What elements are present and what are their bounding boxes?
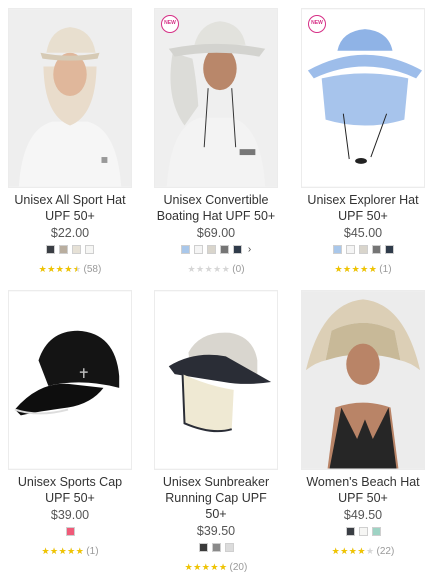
color-swatch[interactable] <box>59 245 68 254</box>
color-swatch[interactable] <box>371 527 381 536</box>
star-rating-icon: ★★★★★★★★★★ <box>331 546 375 556</box>
product-image[interactable] <box>301 290 425 470</box>
star-rating-icon: ★★★★★★★★★★ <box>184 562 228 572</box>
color-swatches <box>154 543 278 552</box>
review-count[interactable]: (22) <box>377 546 395 557</box>
review-count[interactable]: (0) <box>232 264 244 275</box>
product-price: $39.50 <box>196 524 236 538</box>
color-swatch[interactable] <box>345 245 355 254</box>
color-swatch[interactable] <box>345 527 355 536</box>
product-price: $45.00 <box>343 226 383 240</box>
color-swatch[interactable] <box>85 245 94 254</box>
color-swatch[interactable] <box>219 245 229 254</box>
product-price: $22.00 <box>50 226 90 240</box>
product-image[interactable]: NEW <box>154 8 278 188</box>
product-image[interactable] <box>154 290 278 470</box>
chevron-right-icon[interactable]: › <box>248 245 251 255</box>
review-count[interactable]: (1) <box>379 264 391 275</box>
color-swatch[interactable] <box>358 527 368 536</box>
product-rating[interactable]: ★★★★★ ★★★★★ (20) <box>154 562 278 573</box>
explorer-hat-photo-icon <box>302 9 424 187</box>
color-swatches <box>301 527 425 536</box>
product-price: $49.50 <box>343 508 383 522</box>
product-name[interactable]: Unisex Sports Cap UPF 50+ <box>0 474 140 506</box>
color-swatch[interactable] <box>358 245 368 254</box>
color-swatches <box>8 527 132 536</box>
review-count[interactable]: (20) <box>230 562 248 573</box>
product-price: $69.00 <box>196 226 236 240</box>
product-image[interactable] <box>8 8 132 188</box>
star-rating-icon: ★★★★★★★★★★ <box>38 264 82 274</box>
color-swatch[interactable] <box>332 245 342 254</box>
convertible-boating-hat-photo-icon <box>155 9 277 187</box>
product-image[interactable]: NEW <box>301 8 425 188</box>
color-swatch[interactable] <box>65 527 75 536</box>
color-swatch[interactable] <box>211 543 221 552</box>
product-image[interactable] <box>8 290 132 470</box>
new-badge: NEW <box>161 15 179 33</box>
product-name[interactable]: Women's Beach Hat UPF 50+ <box>293 474 433 506</box>
star-rating-icon: ★★★★★★★★★★ <box>334 264 378 274</box>
color-swatches <box>301 245 425 254</box>
color-swatch[interactable] <box>371 245 381 254</box>
color-swatch[interactable] <box>224 543 234 552</box>
color-swatches <box>8 245 132 254</box>
sports-cap-photo-icon <box>9 291 131 469</box>
sunbreaker-running-cap-photo-icon <box>155 291 277 469</box>
product-name[interactable]: Unisex All Sport Hat UPF 50+ <box>0 192 140 224</box>
product-name[interactable]: Unisex Sunbreaker Running Cap UPF 50+ <box>146 474 286 522</box>
product-rating[interactable]: ★★★★★ ★★★★★ (1) <box>301 264 425 275</box>
new-badge: NEW <box>308 15 326 33</box>
all-sport-hat-photo-icon <box>9 9 131 187</box>
color-swatch[interactable] <box>46 245 55 254</box>
color-swatches: › <box>154 245 278 255</box>
product-rating[interactable]: ★★★★★★★★★★(58) <box>8 264 132 275</box>
color-swatch[interactable] <box>384 245 394 254</box>
review-count[interactable]: (1) <box>86 546 98 557</box>
product-rating[interactable]: ★★★★★ ★★★★★ (1) <box>8 546 132 557</box>
color-swatch[interactable] <box>72 245 81 254</box>
review-count[interactable]: (58) <box>84 264 102 275</box>
beach-hat-photo-icon <box>302 291 424 469</box>
star-rating-icon: ★★★★★★★★★★ <box>187 264 231 274</box>
product-name[interactable]: Unisex Convertible Boating Hat UPF 50+ <box>146 192 286 224</box>
product-rating[interactable]: ★★★★★★★★★★(22) <box>301 546 425 557</box>
product-name[interactable]: Unisex Explorer Hat UPF 50+ <box>293 192 433 224</box>
product-rating[interactable]: ★★★★★★★★★★(0) <box>154 264 278 275</box>
color-swatch[interactable] <box>232 245 242 254</box>
product-price: $39.00 <box>50 508 90 522</box>
star-rating-icon: ★★★★★★★★★★ <box>41 546 85 556</box>
color-swatch[interactable] <box>198 543 208 552</box>
color-swatch[interactable] <box>206 245 216 254</box>
color-swatch[interactable] <box>180 245 190 254</box>
color-swatch[interactable] <box>193 245 203 254</box>
